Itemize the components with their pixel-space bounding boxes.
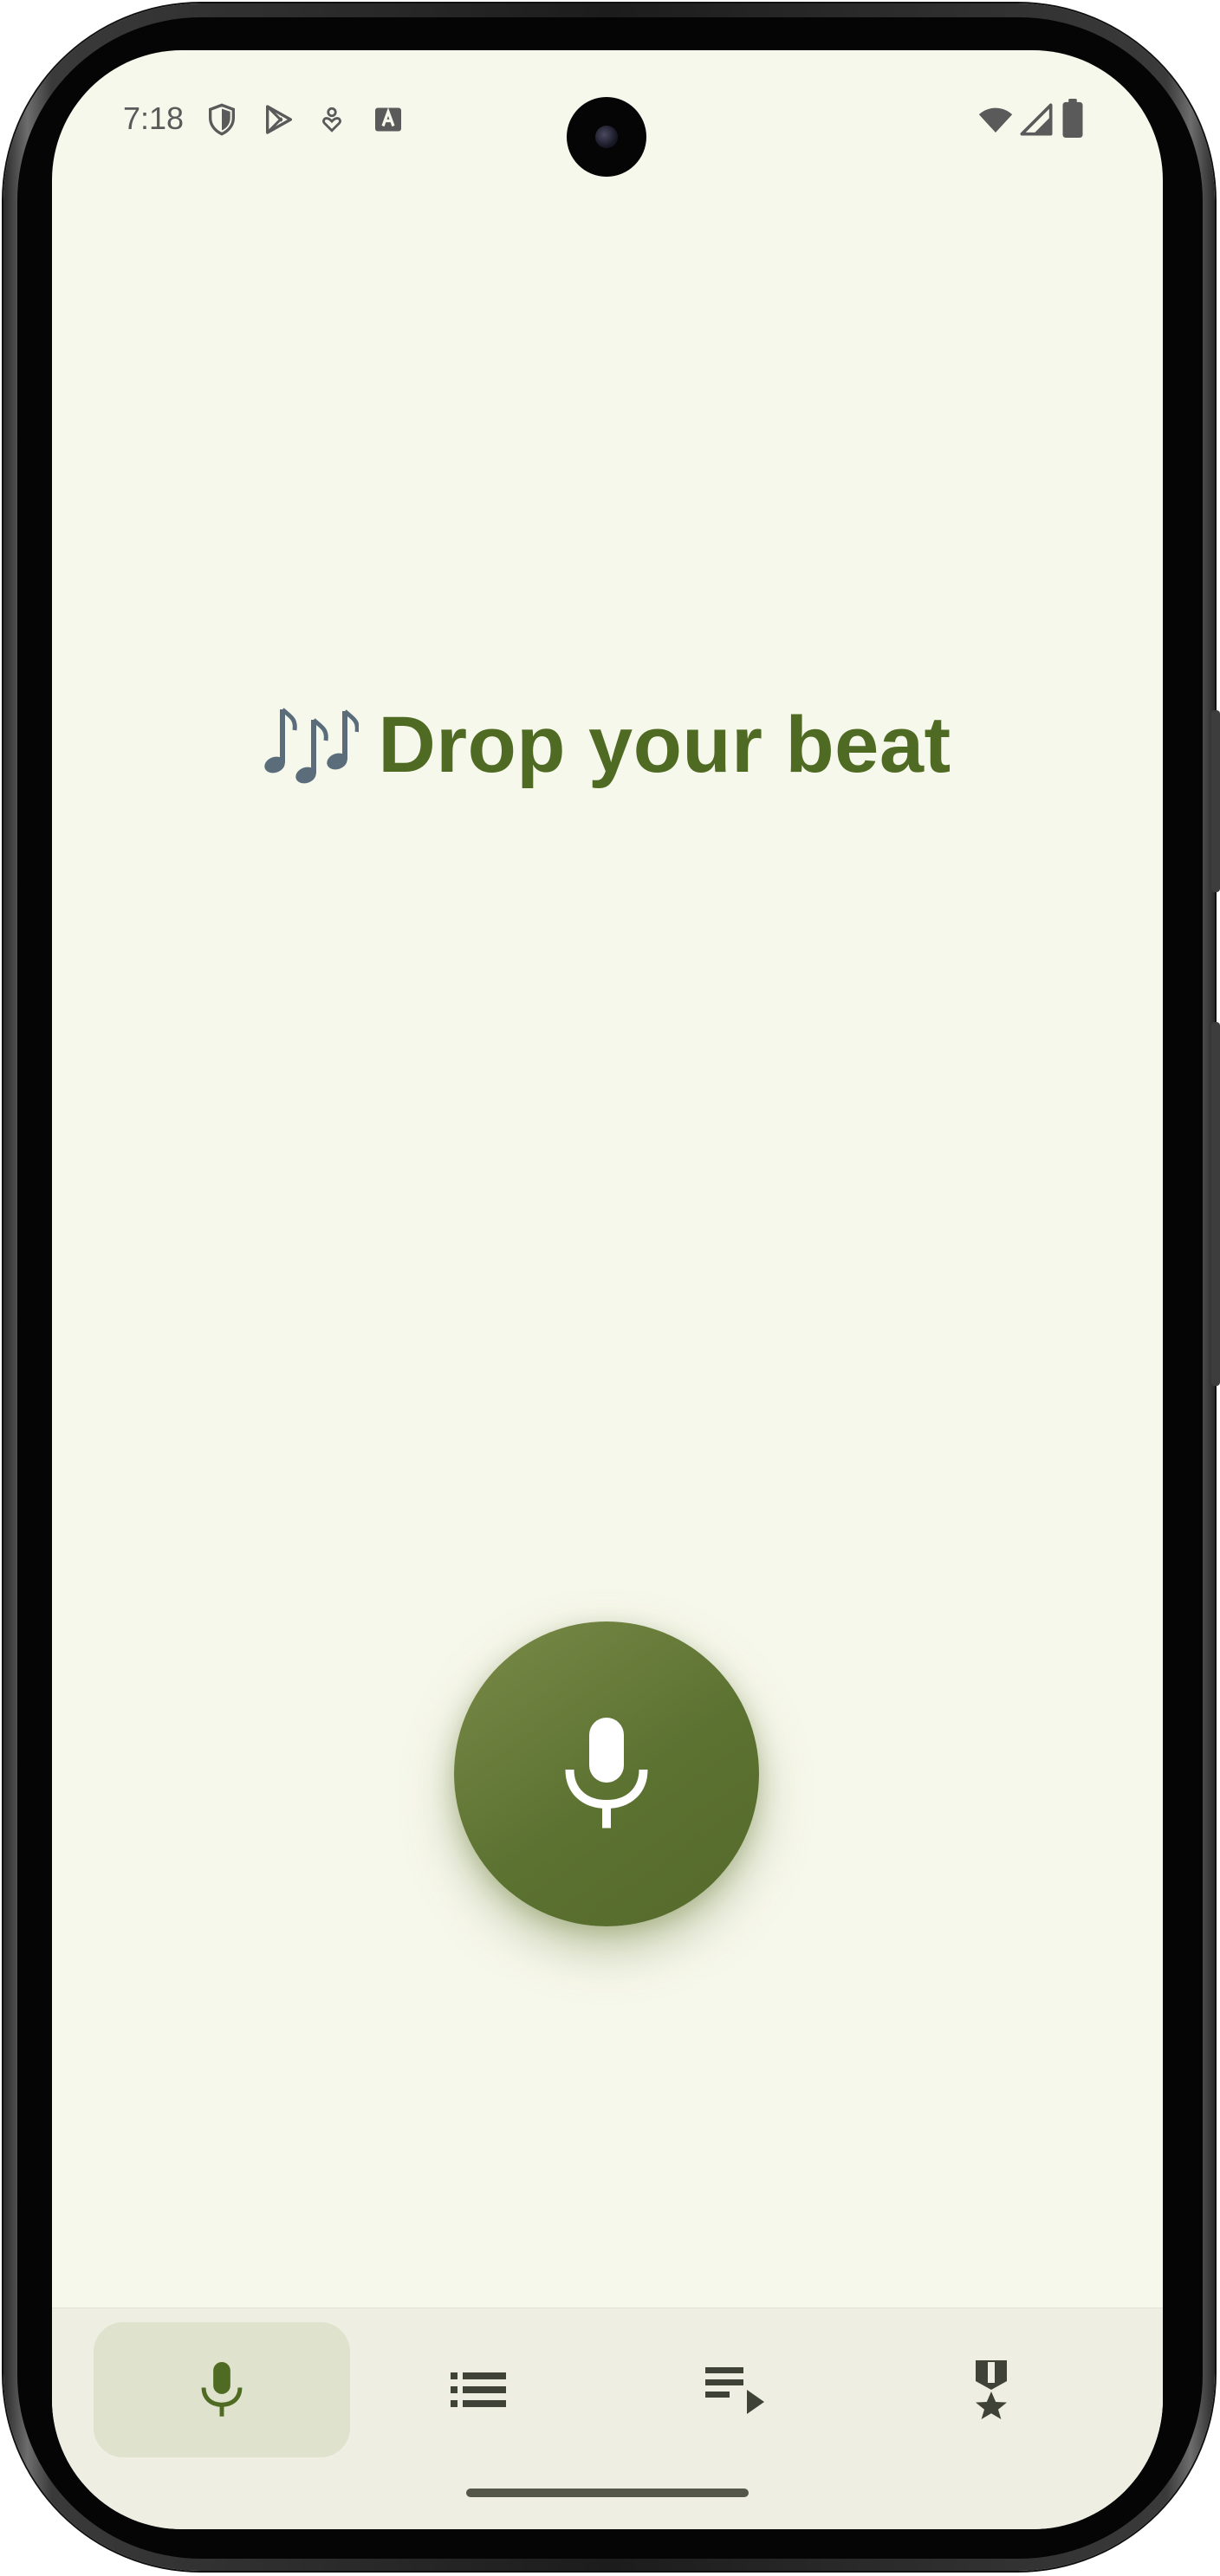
- nav-item-playlist[interactable]: [607, 2322, 863, 2457]
- nav-item-record[interactable]: [94, 2322, 350, 2457]
- list-icon: [451, 2372, 506, 2407]
- page-header: Drop your beat: [52, 700, 1163, 804]
- nav-item-achievements[interactable]: [863, 2322, 1119, 2457]
- phone-device: 7:18 Drop your beat: [0, 0, 1220, 2576]
- status-time: 7:18: [123, 100, 185, 136]
- volume-button: [1211, 710, 1220, 892]
- nav-item-list[interactable]: [350, 2322, 607, 2457]
- wifi-icon: [978, 107, 1013, 133]
- location-heart-icon: [322, 107, 341, 133]
- app-screen: 7:18 Drop your beat: [52, 50, 1163, 2529]
- play-store-icon: [266, 105, 292, 134]
- mic-icon: [565, 1718, 648, 1828]
- shield-icon: [209, 103, 235, 136]
- home-indicator[interactable]: [466, 2489, 749, 2497]
- bottom-navigation-bar: [52, 2307, 1163, 2529]
- page-title: Drop your beat: [378, 701, 951, 789]
- power-button: [1211, 1022, 1220, 1386]
- front-camera: [567, 97, 646, 177]
- text-a-icon: [375, 107, 401, 132]
- music-notes-icon: [264, 707, 360, 783]
- battery-icon: [1062, 99, 1083, 139]
- record-button[interactable]: [454, 1621, 759, 1926]
- mic-icon: [201, 2362, 243, 2417]
- signal-icon: [1020, 103, 1053, 136]
- medal-icon: [976, 2360, 1007, 2419]
- status-bar: 7:18: [52, 50, 1163, 189]
- playlist-play-icon: [705, 2367, 764, 2414]
